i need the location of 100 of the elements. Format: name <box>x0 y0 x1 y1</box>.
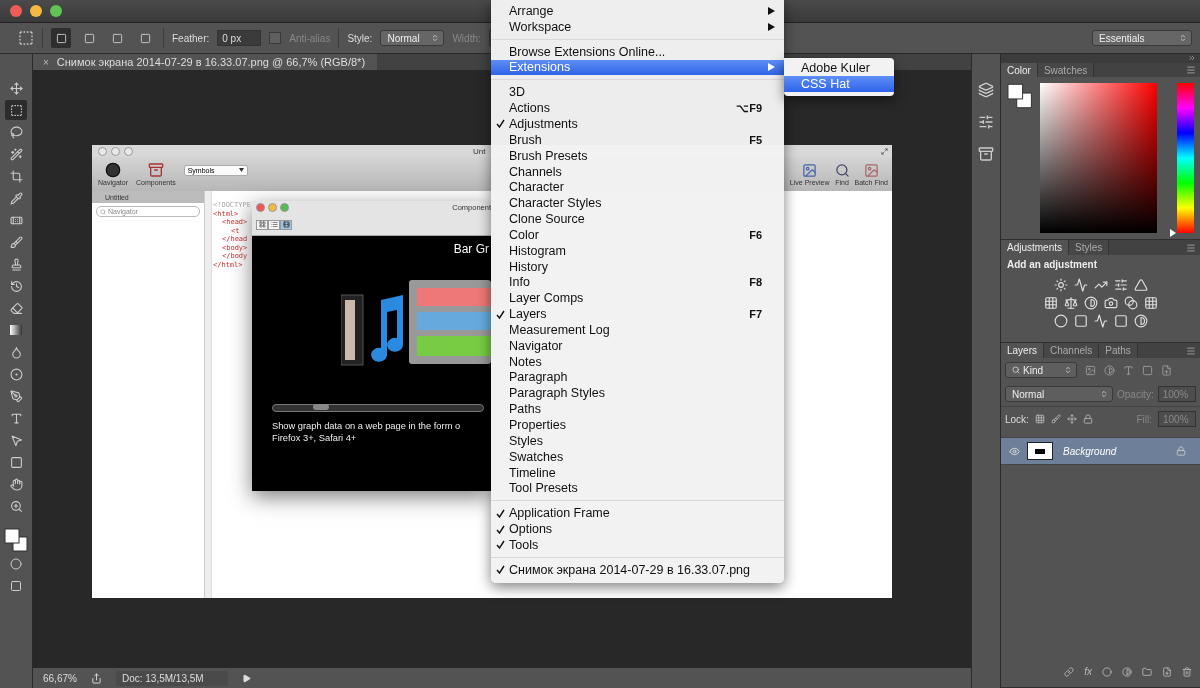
file-icon[interactable] <box>1161 364 1172 376</box>
sliders-icon[interactable] <box>1113 278 1128 292</box>
menu-item[interactable]: Properties <box>491 417 784 433</box>
scrollbar[interactable] <box>272 404 484 412</box>
square-icon[interactable] <box>1142 364 1153 376</box>
menu-item[interactable]: 3D <box>491 84 784 101</box>
play-icon[interactable] <box>241 673 251 683</box>
lock-icon[interactable] <box>1082 414 1093 424</box>
text-icon[interactable] <box>1123 364 1134 376</box>
feather-field[interactable]: 0 px <box>217 30 262 46</box>
share-icon[interactable] <box>90 672 102 684</box>
menu-item[interactable]: Clone Source <box>491 211 784 227</box>
menu-item[interactable]: Timeline <box>491 464 784 481</box>
new-layer-icon[interactable] <box>1162 666 1172 677</box>
menu-item[interactable]: Color F6 <box>491 226 784 243</box>
contrast-icon[interactable] <box>1083 296 1098 310</box>
selection-mode-button[interactable] <box>51 28 71 48</box>
circle-half-icon[interactable] <box>1122 666 1132 677</box>
wave-icon[interactable] <box>1093 314 1108 328</box>
menu-item[interactable]: Swatches <box>491 448 784 465</box>
menu-item[interactable]: Tool Presets <box>491 480 784 497</box>
menu-item[interactable]: Layer Comps <box>491 290 784 307</box>
menu-icon[interactable] <box>1186 242 1196 253</box>
circle-icon[interactable] <box>1102 666 1112 677</box>
eye-icon[interactable] <box>1008 445 1020 457</box>
menu-icon[interactable] <box>1186 65 1196 75</box>
circle-half-icon[interactable] <box>1104 364 1115 376</box>
menu-item[interactable]: Adjustments <box>491 116 784 132</box>
menu-item[interactable]: Layers F7 <box>491 306 784 323</box>
menu-item[interactable]: Notes <box>491 353 784 370</box>
menu-item[interactable]: Character <box>491 179 784 196</box>
triangle-icon[interactable] <box>1133 278 1148 292</box>
close-icon[interactable]: × <box>43 56 49 68</box>
menu-item[interactable]: Brush F5 <box>491 131 784 148</box>
link-icon[interactable] <box>1064 666 1075 677</box>
document-tab[interactable]: × Снимок экрана 2014-07-29 в 16.33.07.png @ 66,7% (RGB/8*) <box>33 54 378 70</box>
effects-button[interactable]: fx <box>1084 666 1092 677</box>
camera-icon[interactable] <box>1103 296 1118 310</box>
panel-tab[interactable]: Layers <box>1001 343 1044 358</box>
panel-tab[interactable]: Channels <box>1044 343 1100 358</box>
image-icon[interactable] <box>1085 364 1096 376</box>
workspace-select[interactable]: Essentials <box>1092 30 1192 46</box>
menu-item[interactable]: Actions ⌥F9 <box>491 100 784 117</box>
menu-item[interactable]: Снимок экрана 2014-07-29 в 16.33.07.png <box>491 561 784 578</box>
menu-item[interactable]: Extensions <box>491 59 784 76</box>
menu-item[interactable]: Application Frame <box>491 505 784 522</box>
close-button[interactable] <box>10 5 22 17</box>
blend-mode-select[interactable]: Normal <box>1005 386 1113 402</box>
slider-thumb[interactable] <box>1170 229 1177 237</box>
menu-item[interactable]: Styles <box>491 432 784 449</box>
color-field[interactable] <box>1040 83 1158 233</box>
brush-icon[interactable] <box>1050 414 1061 424</box>
zoom-button[interactable] <box>50 5 62 17</box>
menu-item[interactable]: Options <box>491 521 784 537</box>
layers-icon[interactable] <box>978 82 994 98</box>
scale-icon[interactable] <box>1063 296 1078 310</box>
trash-icon[interactable] <box>1182 666 1192 677</box>
menu-item[interactable]: Arrange <box>491 3 784 19</box>
box-icon[interactable] <box>978 146 994 162</box>
menu-item[interactable]: Info F8 <box>491 274 784 291</box>
menu-item[interactable]: Workspace <box>491 18 784 35</box>
menu-item[interactable]: History <box>491 258 784 275</box>
checkerboard-icon[interactable] <box>1034 414 1045 424</box>
folder-icon[interactable] <box>1142 666 1152 677</box>
kind-filter[interactable]: Kind <box>1005 362 1077 378</box>
menu-item[interactable]: Navigator <box>491 337 784 354</box>
panel-tab[interactable]: Adjustments <box>1001 240 1070 255</box>
view-mode-button[interactable] <box>256 219 268 230</box>
menu-item[interactable]: CSS Hat <box>784 76 894 92</box>
grid-icon[interactable] <box>1143 296 1158 310</box>
view-mode-button[interactable] <box>268 219 280 230</box>
menu-item[interactable]: Tools <box>491 537 784 553</box>
menu-item[interactable]: Brush Presets <box>491 147 784 164</box>
collapse-icon[interactable] <box>1188 54 1196 62</box>
menu-item[interactable]: Browse Extensions Online... <box>491 43 784 60</box>
menu-item[interactable]: Character Styles <box>491 195 784 212</box>
panel-tab[interactable]: Swatches <box>1037 63 1095 77</box>
view-mode-button[interactable] <box>280 219 292 230</box>
menu-item[interactable]: Histogram <box>491 242 784 259</box>
minimize-button[interactable] <box>30 5 42 17</box>
menu-item[interactable]: Measurement Log <box>491 322 784 338</box>
grid-icon[interactable] <box>1043 296 1058 310</box>
circles-icon[interactable] <box>1123 296 1138 310</box>
color-swatches-drawing[interactable] <box>4 528 28 552</box>
move-icon[interactable] <box>1066 414 1077 424</box>
menu-item[interactable]: Adobe Kuler <box>784 60 894 76</box>
panel-tab[interactable]: Styles <box>1069 240 1110 255</box>
expand-icon[interactable] <box>881 147 888 155</box>
menu-item[interactable]: Paragraph <box>491 369 784 386</box>
tool-button[interactable] <box>5 100 27 120</box>
panel-tab[interactable]: Paths <box>1099 343 1138 358</box>
layer-row[interactable]: Background <box>1001 437 1200 465</box>
color-swatches-drawing[interactable] <box>1007 83 1033 109</box>
style-select[interactable]: Normal <box>380 30 445 46</box>
sliders-icon[interactable] <box>978 114 994 130</box>
sun-icon[interactable] <box>1053 278 1068 292</box>
circle-icon[interactable] <box>1053 314 1068 328</box>
panel-tab[interactable]: Color <box>1001 63 1038 77</box>
menu-item[interactable]: Channels <box>491 163 784 180</box>
dashed-square-icon[interactable] <box>18 30 34 46</box>
